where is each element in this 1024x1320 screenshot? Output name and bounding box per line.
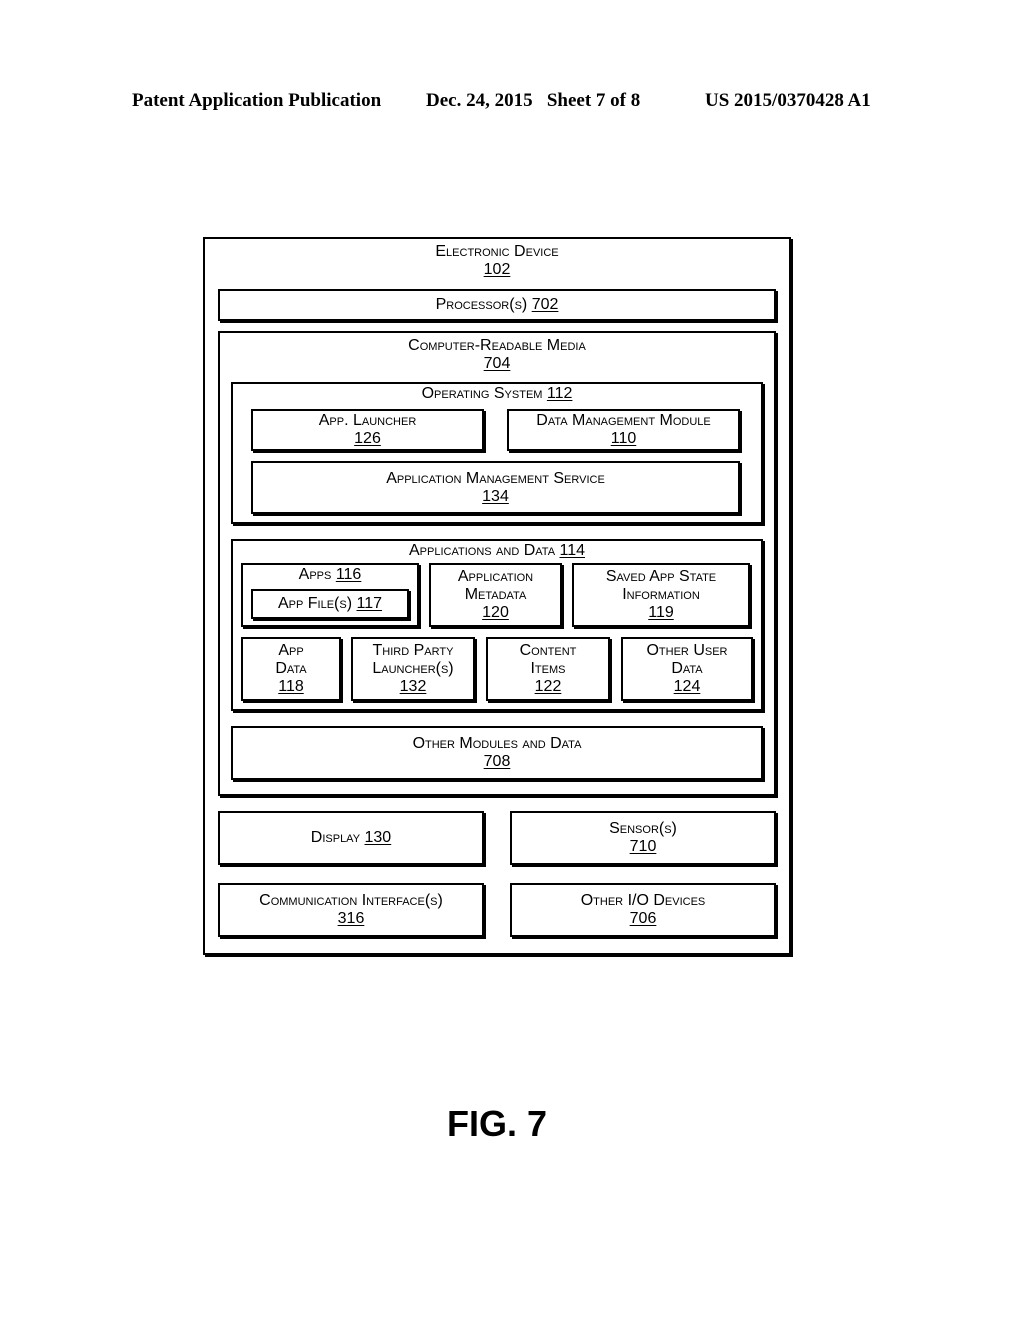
content-items-line1: Content	[519, 642, 577, 659]
sensors-label: Sensor(s)	[609, 820, 677, 837]
saved-state-line1: Saved App State	[605, 568, 717, 585]
third-party-line1: Third Party	[372, 642, 454, 659]
app-files-ref: 117	[356, 595, 383, 612]
display-ref: 130	[364, 829, 392, 846]
app-data-box: App Data 118	[241, 637, 341, 701]
other-user-data-line1: Other User	[646, 642, 728, 659]
crm-ref: 704	[483, 355, 511, 372]
sensors-box: Sensor(s) 710	[510, 811, 776, 865]
sensors-ref: 710	[629, 838, 657, 855]
app-metadata-ref: 120	[482, 604, 509, 621]
comm-label: Communication Interface(s)	[259, 892, 443, 909]
third-party-ref: 132	[399, 678, 427, 695]
third-party-line2: Launcher(s)	[372, 660, 454, 677]
processor-ref: 702	[531, 296, 559, 313]
apps-data-ref: 114	[559, 542, 585, 559]
app-metadata-box: Application Metadata 120	[429, 563, 562, 627]
patent-number: US 2015/0370428 A1	[705, 90, 871, 111]
publication-label: Patent Application Publication	[132, 90, 382, 111]
app-data-ref: 118	[278, 678, 304, 695]
device-label: Electronic Device	[435, 243, 559, 260]
other-modules-box: Other Modules and Data 708	[231, 726, 763, 780]
communication-interfaces-box: Communication Interface(s) 316	[218, 883, 484, 937]
crm-label: Computer-Readable Media	[408, 337, 586, 354]
app-mgmt-label: Application Management Service	[386, 469, 605, 487]
app-management-service-box: Application Management Service 134	[251, 461, 740, 514]
app-data-line1: App	[278, 642, 304, 659]
os-ref: 112	[546, 385, 573, 402]
saved-state-line2: Information	[622, 586, 700, 603]
other-io-label: Other I/O Devices	[580, 892, 706, 909]
other-modules-ref: 708	[483, 753, 511, 770]
other-user-data-line2: Data	[671, 660, 703, 677]
apps-ref: 116	[335, 566, 362, 583]
app-metadata-line2: Metadata	[464, 586, 527, 603]
other-modules-label: Other Modules and Data	[412, 735, 582, 752]
apps-data-label: Applications and Data	[409, 542, 556, 559]
other-io-ref: 706	[629, 910, 657, 927]
app-mgmt-ref: 134	[482, 487, 509, 505]
data-management-module-box: Data Management Module 110	[507, 409, 740, 451]
os-label: Operating System	[421, 385, 543, 402]
saved-state-ref: 119	[648, 604, 674, 621]
data-mgmt-ref: 110	[610, 430, 637, 447]
display-label: Display	[310, 829, 361, 846]
app-launcher-box: App. Launcher 126	[251, 409, 484, 451]
data-mgmt-label: Data Management Module	[536, 412, 711, 429]
processor-label: Processor(s)	[435, 296, 528, 313]
figure-label: FIG. 7	[446, 1103, 548, 1144]
comm-ref: 316	[337, 910, 365, 927]
app-metadata-line1: Application	[457, 568, 534, 585]
app-launcher-ref: 126	[354, 430, 381, 447]
app-files-label: App File(s)	[277, 595, 353, 612]
date-sheet: Dec. 24, 2015 Sheet 7 of 8	[426, 90, 641, 111]
content-items-box: Content Items 122	[486, 637, 610, 701]
app-data-line2: Data	[275, 660, 307, 677]
third-party-launchers-box: Third Party Launcher(s) 132	[351, 637, 475, 701]
saved-app-state-box: Saved App State Information 119	[572, 563, 750, 627]
app-files-box: App File(s) 117	[251, 589, 409, 619]
app-launcher-label: App. Launcher	[318, 412, 417, 429]
processor-box: Processor(s) 702	[218, 289, 776, 321]
content-items-ref: 122	[534, 678, 562, 695]
other-user-data-ref: 124	[673, 678, 701, 695]
display-box: Display 130	[218, 811, 484, 865]
device-ref: 102	[483, 261, 511, 278]
other-io-devices-box: Other I/O Devices 706	[510, 883, 776, 937]
content-items-line2: Items	[530, 660, 566, 677]
apps-label: Apps	[298, 566, 332, 583]
other-user-data-box: Other User Data 124	[621, 637, 753, 701]
